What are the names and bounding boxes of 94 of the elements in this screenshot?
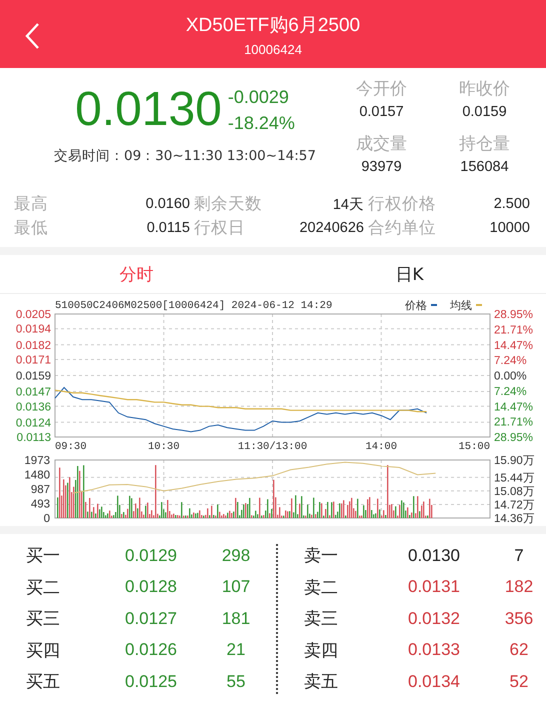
ask-level: 卖一 (304, 545, 339, 568)
summary-value: 0.0157 (359, 103, 404, 122)
bid-price: 0.0127 (124, 608, 178, 629)
bid-level: 买五 (26, 671, 61, 694)
bid-price: 0.0129 (124, 546, 178, 566)
legend-label: 价格 (405, 300, 427, 312)
stat-label: 最高 (14, 193, 49, 215)
stat-value: 10000 (488, 220, 531, 236)
position-tick: 15.08万 (494, 486, 535, 498)
ask-volume: 356 (504, 608, 534, 629)
summary-value: 0.0159 (462, 103, 507, 122)
percent-tick: 7.24% (494, 355, 527, 368)
percent-tick: 0.00% (494, 370, 527, 382)
stat-value: 20240626 (298, 220, 365, 236)
percent-tick: 14.47% (494, 401, 534, 414)
trading-hours: 交易时间：09：30~11:30 13:00~14:57 (53, 147, 316, 165)
ask-level: 卖四 (304, 640, 339, 662)
summary-value: 156084 (460, 158, 509, 176)
ask-level: 卖五 (304, 671, 339, 694)
bid-level: 买二 (26, 576, 61, 599)
price-tick: 0.0205 (16, 309, 51, 321)
chart-caption: 510050C2406M02500[10006424] 2024-06-12 14:29 (55, 300, 332, 312)
chart-tab[interactable]: 分时 (120, 262, 154, 286)
position-tick: 15.90万 (494, 455, 535, 467)
ask-price: 0.0134 (407, 672, 461, 692)
stat-label: 行权日 (194, 217, 246, 239)
price-tick: 0.0194 (16, 324, 51, 336)
change-percent: -18.24% (228, 112, 295, 134)
position-tick: 14.72万 (494, 499, 535, 512)
price-tick: 0.0136 (16, 401, 51, 414)
bid-price: 0.0128 (124, 577, 178, 598)
stat-label: 合约单位 (368, 217, 437, 239)
summary-label: 今开价 (356, 78, 407, 101)
bid-volume: 21 (226, 640, 246, 660)
price-tick: 0.0113 (16, 432, 51, 444)
summary-label: 持仓量 (459, 132, 510, 156)
stat-value: 0.0160 (144, 196, 191, 212)
volume-tick: 987 (30, 484, 50, 496)
price-tick: 0.0124 (16, 417, 51, 430)
volume-tick: 493 (30, 498, 50, 510)
price-tick: 0.0171 (16, 354, 51, 366)
time-tick: 14:00 (366, 441, 397, 453)
ask-volume: 182 (504, 577, 534, 598)
ask-volume: 7 (513, 546, 525, 566)
stat-label: 行权价格 (368, 193, 437, 215)
stat-value: 2.500 (492, 196, 531, 212)
bid-level: 买三 (26, 608, 61, 630)
stat-label: 剩余天数 (194, 193, 263, 215)
volume-tick: 0 (44, 513, 50, 525)
summary-label: 成交量 (356, 132, 407, 156)
bid-volume: 298 (220, 546, 252, 566)
volume-tick: 1973 (24, 455, 50, 467)
summary-value: 93979 (361, 158, 402, 176)
contract-code: 10006424 (243, 42, 303, 56)
ask-price: 0.0130 (407, 546, 461, 566)
stat-value: 0.0115 (146, 220, 191, 236)
position-tick: 14.36万 (494, 513, 535, 525)
price-tick: 0.0147 (16, 386, 51, 399)
percent-tick: 28.95% (494, 432, 534, 444)
ask-level: 卖三 (304, 608, 339, 630)
price-tick: 0.0159 (16, 370, 51, 382)
position-tick: 15.44万 (494, 472, 535, 484)
volume-tick: 1480 (24, 470, 50, 482)
bid-volume: 55 (226, 672, 246, 692)
ask-volume: 52 (508, 672, 530, 692)
bid-level: 买四 (26, 640, 61, 662)
chart-tab[interactable]: 日K (395, 262, 424, 286)
price-change: -0.0029 (228, 86, 290, 108)
time-tick: 10:30 (148, 441, 180, 453)
bid-volume: 181 (220, 608, 252, 629)
price-tick: 0.0182 (16, 340, 51, 352)
stat-value: 14天 (332, 196, 365, 214)
percent-tick: 21.71% (494, 324, 534, 336)
bid-level: 买一 (26, 545, 61, 568)
stat-label: 最低 (14, 217, 49, 239)
ask-price: 0.0132 (407, 608, 461, 629)
bid-volume: 107 (220, 577, 252, 598)
bid-price: 0.0126 (124, 640, 178, 660)
summary-label: 昨收价 (459, 78, 510, 101)
ask-price: 0.0133 (407, 640, 461, 660)
percent-tick: 21.71% (494, 416, 534, 429)
time-tick: 11:30/13:00 (238, 441, 308, 453)
percent-tick: 28.95% (494, 309, 534, 321)
ask-volume: 62 (508, 640, 530, 660)
ask-price: 0.0131 (407, 577, 461, 598)
percent-tick: 14.47% (494, 340, 534, 352)
ask-level: 卖二 (304, 576, 339, 599)
last-price: 0.0130 (75, 82, 222, 137)
contract-title: XD50ETF购6月2500 (186, 14, 360, 38)
time-tick: 09:30 (55, 441, 87, 453)
bid-price: 0.0125 (124, 672, 178, 692)
time-tick: 15:00 (458, 441, 490, 453)
legend-label: 均线 (450, 300, 472, 312)
percent-tick: 7.24% (494, 386, 527, 398)
